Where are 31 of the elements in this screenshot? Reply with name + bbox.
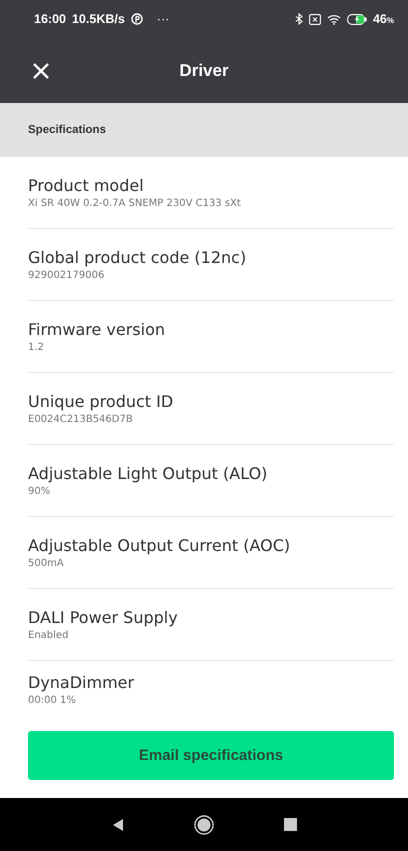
spec-value: Xi SR 40W 0.2-0.7A SNEMP 230V C133 sXt [28, 198, 242, 209]
spec-label: Global product code (12nc) [28, 248, 248, 267]
spec-value: 929002179006 [28, 270, 106, 281]
spec-label: Firmware version [28, 320, 166, 339]
battery-charging-icon [346, 14, 367, 24]
network-speed: 10.5KB/s [72, 12, 125, 26]
no-sim-icon [308, 14, 321, 24]
spec-label: Product model [28, 176, 145, 195]
home-icon[interactable] [194, 814, 214, 834]
spec-value: 90% [28, 486, 52, 497]
screen-title: Driver [179, 60, 229, 80]
status-time: 16:00 [34, 12, 66, 26]
spec-label: Adjustable Light Output (ALO) [28, 464, 268, 483]
bluetooth-icon [294, 13, 303, 25]
spec-label: DynaDimmer [28, 673, 136, 692]
close-icon [32, 62, 50, 80]
spec-value: 1.2 [28, 342, 45, 353]
spec-label: DALI Power Supply [28, 608, 179, 627]
recents-icon[interactable] [284, 818, 296, 831]
section-header: Specifications [0, 103, 408, 157]
battery-percent: 46% [372, 12, 394, 26]
spec-label: Adjustable Output Current (AOC) [28, 536, 292, 555]
email-specifications-button[interactable]: Email specifications [28, 731, 394, 780]
spec-value: E0024C213B546D7B [28, 414, 134, 425]
wifi-icon [326, 14, 341, 24]
spec-label: Unique product ID [28, 392, 174, 411]
spec-value: 500mA [28, 558, 65, 569]
spec-value: Enabled [28, 630, 70, 641]
more-notifications: ··· [156, 12, 170, 26]
spec-value: 00:00 1% [28, 695, 77, 706]
back-icon[interactable] [112, 818, 124, 832]
